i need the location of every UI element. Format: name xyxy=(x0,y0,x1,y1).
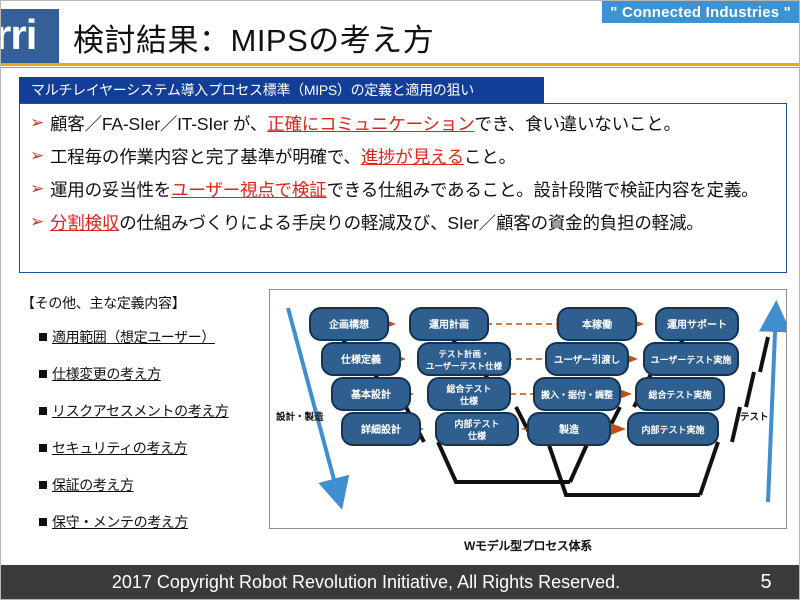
definition-list-item-label: セキュリティの考え方 xyxy=(52,440,188,456)
emphasis-text: 進捗が見える xyxy=(360,147,464,167)
key-point-item: ➢ 分割検収の仕組みづくりによる手戻りの軽減及び、SIer／顧客の資金的負担の軽減… xyxy=(30,203,786,236)
plain-text: でき、食い違いないこと。 xyxy=(474,114,681,134)
svg-text:本稼働: 本稼働 xyxy=(582,318,612,331)
definition-list-item-label: 保守・メンテの考え方 xyxy=(52,514,188,530)
svg-text:総合テスト: 総合テスト xyxy=(446,383,491,394)
square-bullet-icon xyxy=(39,444,47,452)
definition-list-item[interactable]: 適用範囲（想定ユーザー） xyxy=(39,327,261,347)
definition-list-item[interactable]: 保守・メンテの考え方 xyxy=(39,512,261,532)
svg-text:総合テスト実施: 総合テスト実施 xyxy=(648,389,711,400)
header-divider xyxy=(1,67,799,68)
plain-text: できる仕組みであること。設計段階で検証内容を定義。 xyxy=(326,180,759,200)
page-number: 5 xyxy=(760,570,772,593)
emphasis-text: ユーザー視点で検証 xyxy=(171,180,327,200)
definition-list-item-label: 仕様変更の考え方 xyxy=(52,366,161,382)
section-subtitle-label: マルチレイヤーシステム導入プロセス標準（MIPS）の定義と適用の狙い xyxy=(31,82,474,98)
square-bullet-icon xyxy=(39,333,47,341)
emphasis-text: 正確にコミュニケーション xyxy=(267,114,475,134)
slide: " Connected Industries " rri 検討結果：MIPSの考… xyxy=(0,0,800,600)
svg-text:製造: 製造 xyxy=(558,423,580,436)
node-shiyou-teigi[interactable]: 仕様定義 xyxy=(321,342,401,376)
w-model-diagram: 設計・製造 テスト 企画構想 運用計画 本稼働 運用サポート 仕様定義 テスト計… xyxy=(269,289,787,529)
bullet-arrow-icon: ➢ xyxy=(30,113,45,132)
key-point-text: 工程毎の作業内容と完了基準が明確で、進捗が見えること。 xyxy=(50,145,516,170)
bullet-arrow-icon: ➢ xyxy=(30,146,45,165)
node-unyou-keikaku[interactable]: 運用計画 xyxy=(409,307,489,341)
definition-list-item-label: リスクアセスメントの考え方 xyxy=(52,403,229,419)
plain-text: こと。 xyxy=(463,147,516,167)
node-hannyuu-suetsuke[interactable]: 搬入・据付・調整 xyxy=(533,377,621,411)
square-bullet-icon xyxy=(39,481,47,489)
definition-list-item[interactable]: セキュリティの考え方 xyxy=(39,438,261,458)
svg-text:仕様: 仕様 xyxy=(459,395,479,406)
square-bullet-icon xyxy=(39,518,47,526)
other-definitions-heading: 【その他、主な定義内容】 xyxy=(21,295,186,311)
test-axis-arrow xyxy=(759,300,786,503)
plain-text: 顧客／FA-SIer／IT-SIer が、 xyxy=(50,114,268,134)
node-test-keikaku[interactable]: テスト計画・ ユーザーテスト仕様 xyxy=(417,342,511,376)
svg-text:基本設計: 基本設計 xyxy=(350,388,391,401)
svg-text:ユーザーテスト仕様: ユーザーテスト仕様 xyxy=(426,361,503,371)
key-points-panel: ➢ 顧客／FA-SIer／IT-SIer が、正確にコミュニケーションでき、食い違… xyxy=(19,103,787,273)
emphasis-text: 分割検収 xyxy=(50,213,120,233)
design-axis-label: 設計・製造 xyxy=(276,411,324,423)
node-user-test-jisshi[interactable]: ユーザーテスト実施 xyxy=(643,342,739,376)
header-accent-rule xyxy=(1,63,799,66)
svg-text:仕様定義: 仕様定義 xyxy=(340,353,381,366)
diagram-caption: Wモデル型プロセス体系 xyxy=(463,539,593,553)
section-subtitle-bar: マルチレイヤーシステム導入プロセス標準（MIPS）の定義と適用の狙い xyxy=(19,77,544,103)
key-point-item: ➢ 運用の妥当性をユーザー視点で検証できる仕組みであること。設計段階で検証内容を定… xyxy=(30,170,786,203)
key-point-item: ➢ 顧客／FA-SIer／IT-SIer が、正確にコミュニケーションでき、食い違… xyxy=(30,104,786,137)
copyright-text: 2017 Copyright Robot Revolution Initiati… xyxy=(111,571,621,592)
badge-label: " Connected Industries " xyxy=(610,3,791,21)
svg-text:仕様: 仕様 xyxy=(467,430,487,441)
node-shousai-sekkei[interactable]: 詳細設計 xyxy=(341,412,421,446)
node-user-hikiwatashi[interactable]: ユーザー引渡し xyxy=(545,342,629,376)
svg-text:搬入・据付・調整: 搬入・据付・調整 xyxy=(541,389,613,400)
page-title: 検討結果：MIPSの考え方 xyxy=(73,23,435,58)
plain-text: の仕組みづくりによる手戻りの軽減及び、SIer／顧客の資金的負担の軽減。 xyxy=(119,213,704,233)
svg-text:企画構想: 企画構想 xyxy=(328,318,369,331)
plain-text: 運用の妥当性を xyxy=(50,180,172,200)
definition-list-item[interactable]: リスクアセスメントの考え方 xyxy=(39,401,261,421)
node-naibu-test-jisshi[interactable]: 内部テスト実施 xyxy=(627,412,719,446)
bullet-arrow-icon: ➢ xyxy=(30,212,45,231)
node-sougou-test-shiyou[interactable]: 総合テスト 仕様 xyxy=(427,377,511,411)
svg-text:内部テスト: 内部テスト xyxy=(454,418,499,429)
node-sougou-test-jisshi[interactable]: 総合テスト実施 xyxy=(635,377,725,411)
svg-text:ユーザー引渡し: ユーザー引渡し xyxy=(554,354,620,366)
svg-text:ユーザーテスト実施: ユーザーテスト実施 xyxy=(651,354,732,365)
definition-list-item-label: 適用範囲（想定ユーザー） xyxy=(52,329,215,345)
rri-logo: rri xyxy=(1,9,59,65)
node-honkadou[interactable]: 本稼働 xyxy=(557,307,637,341)
svg-text:詳細設計: 詳細設計 xyxy=(361,423,401,436)
svg-text:テスト計画・: テスト計画・ xyxy=(438,349,489,359)
test-axis-label: テスト xyxy=(740,412,769,423)
svg-text:運用サポート: 運用サポート xyxy=(667,318,727,331)
square-bullet-icon xyxy=(39,370,47,378)
definition-list-item[interactable]: 仕様変更の考え方 xyxy=(39,364,261,384)
key-point-text: 分割検収の仕組みづくりによる手戻りの軽減及び、SIer／顧客の資金的負担の軽減。 xyxy=(50,211,704,236)
square-bullet-icon xyxy=(39,407,47,415)
node-unyou-support[interactable]: 運用サポート xyxy=(655,307,739,341)
svg-text:内部テスト実施: 内部テスト実施 xyxy=(641,424,704,435)
bullet-arrow-icon: ➢ xyxy=(30,179,45,198)
w-model-svg: 設計・製造 テスト 企画構想 運用計画 本稼働 運用サポート 仕様定義 テスト計… xyxy=(276,300,786,510)
connected-industries-badge: " Connected Industries " xyxy=(602,1,799,23)
logo-text: rri xyxy=(1,11,37,58)
node-seizou[interactable]: 製造 xyxy=(527,412,611,446)
other-definitions-list: 【その他、主な定義内容】 適用範囲（想定ユーザー） 仕様変更の考え方リスクアセスメ… xyxy=(21,293,261,549)
svg-text:運用計画: 運用計画 xyxy=(429,318,469,331)
node-kihon-sekkei[interactable]: 基本設計 xyxy=(331,377,411,411)
key-point-text: 顧客／FA-SIer／IT-SIer が、正確にコミュニケーションでき、食い違い… xyxy=(50,112,681,137)
slide-footer: 2017 Copyright Robot Revolution Initiati… xyxy=(1,565,799,599)
definition-list-item[interactable]: 保証の考え方 xyxy=(39,475,261,495)
node-kikaku-kousou[interactable]: 企画構想 xyxy=(309,307,389,341)
plain-text: 工程毎の作業内容と完了基準が明確で、 xyxy=(50,147,361,167)
key-point-text: 運用の妥当性をユーザー視点で検証できる仕組みであること。設計段階で検証内容を定義… xyxy=(50,178,759,203)
key-point-item: ➢ 工程毎の作業内容と完了基準が明確で、進捗が見えること。 xyxy=(30,137,786,170)
definition-list-item-label: 保証の考え方 xyxy=(52,477,134,493)
node-naibu-test-shiyou[interactable]: 内部テスト 仕様 xyxy=(435,412,519,446)
